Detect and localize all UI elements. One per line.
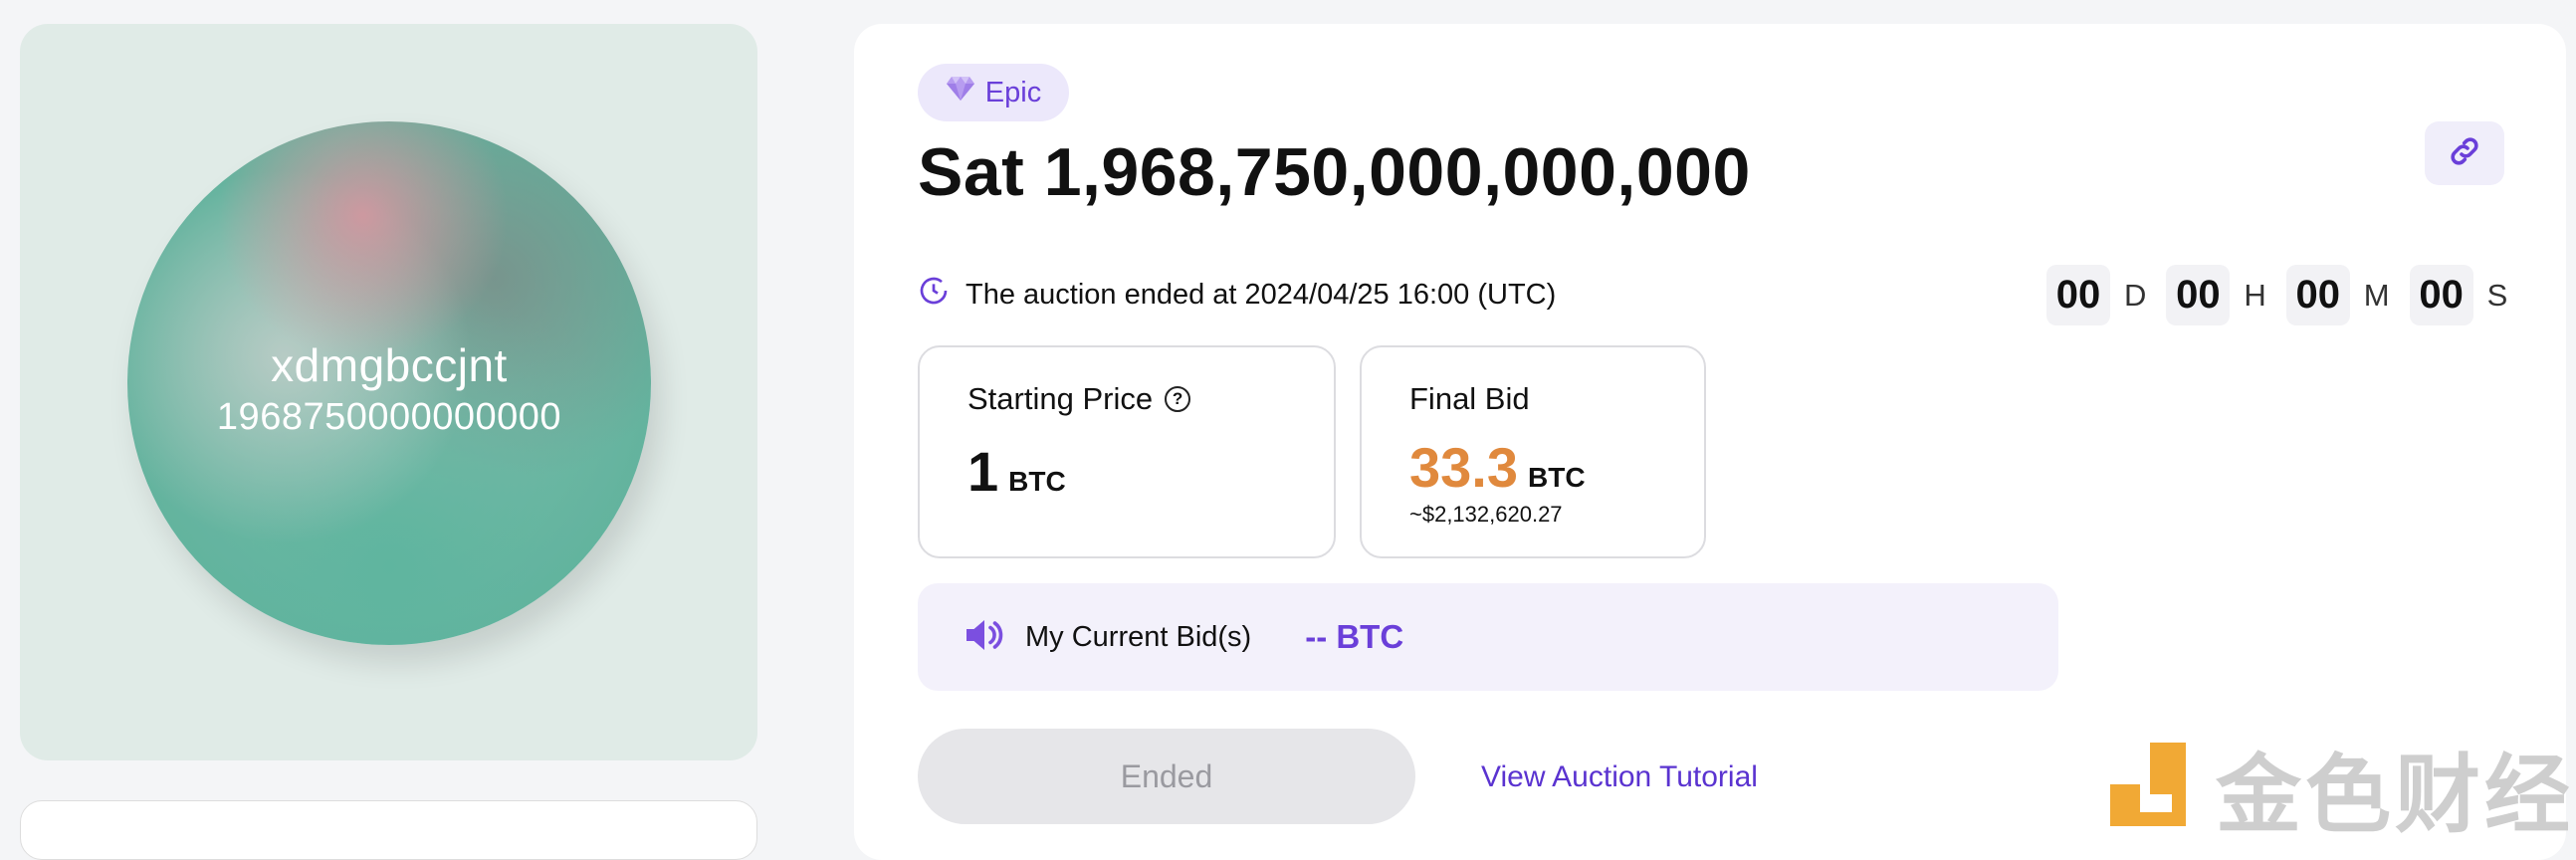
starting-price-card: Starting Price ? 1 BTC [918, 345, 1336, 558]
sat-orb-image: xdmgbccjnt 1968750000000000 [127, 121, 651, 645]
starting-price-value: 1 [967, 440, 999, 503]
final-bid-value-row: 33.3 BTC [1409, 435, 1704, 500]
countdown-hours: 00 [2166, 265, 2231, 325]
countdown-seconds: 00 [2409, 265, 2473, 325]
diamond-icon [946, 76, 975, 109]
page-title: Sat 1,968,750,000,000,000 [918, 134, 1751, 210]
countdown-minutes: 00 [2285, 265, 2350, 325]
ended-button[interactable]: Ended [918, 729, 1415, 824]
inscription-preview-card: xdmgbccjnt 1968750000000000 [20, 24, 757, 760]
final-bid-card: Final Bid 33.3 BTC ~$2,132,620.27 [1360, 345, 1706, 558]
orb-name-text: xdmgbccjnt [271, 339, 508, 391]
link-icon [2447, 133, 2482, 174]
starting-price-label-row: Starting Price ? [967, 381, 1334, 417]
countdown-seconds-unit: S [2486, 277, 2508, 313]
final-bid-unit: BTC [1528, 462, 1586, 493]
view-auction-tutorial-link[interactable]: View Auction Tutorial [1481, 760, 1758, 794]
auction-status-text: The auction ended at 2024/04/25 16:00 (U… [966, 278, 1557, 311]
countdown-days: 00 [2046, 265, 2110, 325]
my-current-bid-value: -- BTC [1305, 618, 1404, 655]
countdown-hours-unit: H [2244, 277, 2266, 313]
clock-icon [918, 275, 950, 315]
starting-price-value-row: 1 BTC [967, 439, 1334, 504]
countdown-timer: 00 D 00 H 00 M 00 S [2046, 265, 2513, 325]
final-bid-label: Final Bid [1409, 381, 1530, 416]
watermark: 金色财经 [2106, 725, 2574, 849]
final-bid-usd: ~$2,132,620.27 [1409, 502, 1563, 527]
starting-price-label: Starting Price [967, 381, 1154, 416]
countdown-days-unit: D [2124, 277, 2147, 313]
watermark-text: 金色财经 [2216, 746, 2574, 845]
auction-status: The auction ended at 2024/04/25 16:00 (U… [918, 275, 1556, 315]
countdown-minutes-unit: M [2363, 277, 2390, 313]
rarity-badge: Epic [918, 64, 1069, 121]
left-secondary-card [20, 800, 757, 860]
rarity-label: Epic [984, 76, 1042, 108]
copy-link-button[interactable] [2425, 121, 2504, 185]
my-current-bid-bar: My Current Bid(s) -- BTC [918, 583, 2058, 691]
my-current-bid-label: My Current Bid(s) [1025, 620, 1252, 653]
orb-number-text: 1968750000000000 [216, 396, 562, 438]
starting-price-unit: BTC [1008, 466, 1066, 497]
speaker-icon [964, 617, 1005, 658]
help-icon[interactable]: ? [1165, 386, 1191, 412]
watermark-logo-icon [2106, 739, 2198, 835]
final-bid-value: 33.3 [1409, 436, 1518, 499]
